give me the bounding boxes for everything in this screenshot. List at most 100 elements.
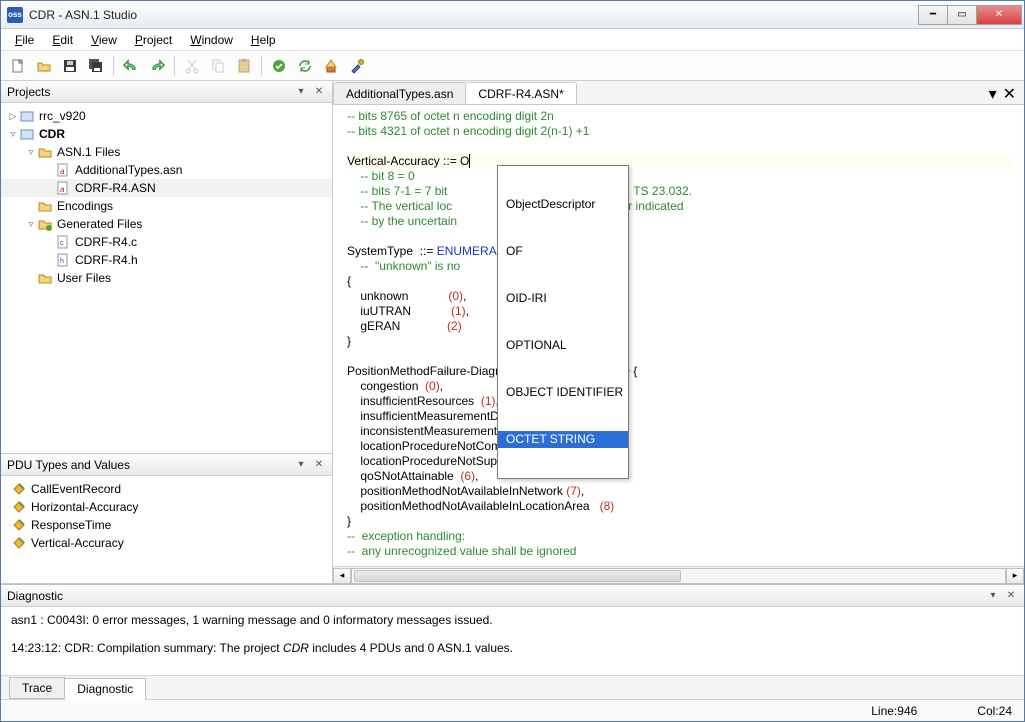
editor-tabstrip: AdditionalTypes.asn CDRF-R4.ASN* ▾ ✕ — [333, 81, 1024, 105]
validate-icon[interactable] — [268, 55, 290, 77]
autocomplete-item[interactable]: OBJECT IDENTIFIER — [498, 384, 628, 401]
panel-menu-icon[interactable]: ▾ — [294, 458, 308, 472]
menu-help[interactable]: Help — [243, 31, 284, 49]
c-file-icon: c — [55, 234, 71, 250]
autocomplete-item[interactable]: OID-IRI — [498, 290, 628, 307]
app-window: oss CDR - ASN.1 Studio ━ ▭ ✕ File Edit V… — [0, 0, 1025, 722]
tools-icon[interactable] — [346, 55, 368, 77]
window-title: CDR - ASN.1 Studio — [29, 8, 919, 22]
diagnostic-panel-title: Diagnostic — [7, 589, 63, 603]
autocomplete-item-selected[interactable]: OCTET STRING — [498, 431, 628, 448]
editor-menu-icon[interactable]: ▾ — [989, 84, 997, 104]
workspace: Projects ▾ ✕ ▷rrc_v920 ▿CDR ▿ASN.1 Files… — [1, 81, 1024, 584]
scroll-track[interactable] — [351, 568, 1006, 584]
projects-panel-title: Projects — [7, 85, 50, 99]
status-col-value: 24 — [999, 704, 1012, 718]
pdu-icon — [11, 535, 27, 551]
editor-hscrollbar[interactable]: ◂ ▸ — [333, 566, 1024, 584]
status-line-label: Line: — [871, 704, 897, 718]
menu-edit[interactable]: Edit — [44, 31, 81, 49]
minimize-button[interactable]: ━ — [918, 5, 948, 25]
menu-window[interactable]: Window — [182, 31, 241, 49]
svg-text:a: a — [60, 185, 65, 194]
pdu-item[interactable]: Vertical-Accuracy — [1, 534, 332, 552]
menu-view[interactable]: View — [83, 31, 125, 49]
scroll-right-icon[interactable]: ▸ — [1006, 568, 1024, 584]
tree-folder-asn1[interactable]: ▿ASN.1 Files — [1, 143, 332, 161]
tree-file-additional[interactable]: aAdditionalTypes.asn — [1, 161, 332, 179]
copy-icon[interactable] — [207, 55, 229, 77]
menu-bar: File Edit View Project Window Help — [1, 29, 1024, 51]
scroll-thumb[interactable] — [354, 570, 681, 582]
save-icon[interactable] — [59, 55, 81, 77]
diagnostic-line: 14:23:12: CDR: Compilation summary: The … — [11, 641, 1014, 655]
autocomplete-popup[interactable]: ObjectDescriptor OF OID-IRI OPTIONAL OBJ… — [497, 165, 629, 479]
tree-project-cdr[interactable]: ▿CDR — [1, 125, 332, 143]
asn-file-icon: a — [55, 180, 71, 196]
undo-icon[interactable] — [120, 55, 142, 77]
tree-file-c[interactable]: cCDRF-R4.c — [1, 233, 332, 251]
maximize-button[interactable]: ▭ — [947, 5, 977, 25]
tab-additionaltypes[interactable]: AdditionalTypes.asn — [333, 82, 466, 104]
svg-text:h: h — [60, 258, 64, 265]
app-icon: oss — [7, 7, 23, 23]
tree-folder-user[interactable]: User Files — [1, 269, 332, 287]
diagnostic-output[interactable]: asn1 : C0043I: 0 error messages, 1 warni… — [1, 607, 1024, 675]
editor-close-icon[interactable]: ✕ — [1003, 84, 1016, 104]
autocomplete-item[interactable]: ObjectDescriptor — [498, 196, 628, 213]
tree-folder-generated[interactable]: ▿Generated Files — [1, 215, 332, 233]
pdu-panel: PDU Types and Values ▾ ✕ CallEventRecord… — [1, 454, 332, 584]
save-all-icon[interactable] — [85, 55, 107, 77]
diagnostic-line: asn1 : C0043I: 0 error messages, 1 warni… — [11, 613, 1014, 627]
autocomplete-item[interactable]: OPTIONAL — [498, 337, 628, 354]
menu-file[interactable]: File — [7, 31, 42, 49]
panel-menu-icon[interactable]: ▾ — [986, 589, 1000, 603]
open-folder-icon[interactable] — [33, 55, 55, 77]
tab-diagnostic[interactable]: Diagnostic — [64, 678, 146, 700]
scroll-left-icon[interactable]: ◂ — [333, 568, 351, 584]
autocomplete-item[interactable]: OF — [498, 243, 628, 260]
menu-project[interactable]: Project — [127, 31, 180, 49]
close-button[interactable]: ✕ — [976, 5, 1022, 25]
pdu-panel-title: PDU Types and Values — [7, 458, 130, 472]
tree-file-h[interactable]: hCDRF-R4.h — [1, 251, 332, 269]
pdu-icon — [11, 499, 27, 515]
redo-icon[interactable] — [146, 55, 168, 77]
status-line-value: 946 — [897, 704, 917, 718]
projects-panel: Projects ▾ ✕ ▷rrc_v920 ▿CDR ▿ASN.1 Files… — [1, 81, 332, 454]
svg-text:a: a — [60, 167, 65, 176]
pdu-item[interactable]: ResponseTime — [1, 516, 332, 534]
pdu-list[interactable]: CallEventRecord Horizontal-Accuracy Resp… — [1, 476, 332, 583]
pdu-icon — [11, 517, 27, 533]
new-file-icon[interactable] — [7, 55, 29, 77]
svg-text:c: c — [60, 240, 64, 247]
paste-icon[interactable] — [233, 55, 255, 77]
diagnostic-panel: Diagnostic ▾ ✕ asn1 : C0043I: 0 error me… — [1, 584, 1024, 699]
tab-trace[interactable]: Trace — [9, 677, 65, 699]
tree-project-rrc[interactable]: ▷rrc_v920 — [1, 107, 332, 125]
asn-file-icon: a — [55, 162, 71, 178]
projects-tree[interactable]: ▷rrc_v920 ▿CDR ▿ASN.1 Files aAdditionalT… — [1, 103, 332, 453]
pdu-item[interactable]: CallEventRecord — [1, 480, 332, 498]
projects-panel-header: Projects ▾ ✕ — [1, 81, 332, 103]
refresh-icon[interactable] — [294, 55, 316, 77]
pdu-item[interactable]: Horizontal-Accuracy — [1, 498, 332, 516]
panel-close-icon[interactable]: ✕ — [312, 85, 326, 99]
tree-folder-encodings[interactable]: Encodings — [1, 197, 332, 215]
panel-menu-icon[interactable]: ▾ — [294, 85, 308, 99]
status-bar: Line: 946 Col: 24 — [1, 699, 1024, 721]
pdu-icon — [11, 481, 27, 497]
bottom-tabstrip: Trace Diagnostic — [1, 675, 1024, 699]
pdu-panel-header: PDU Types and Values ▾ ✕ — [1, 454, 332, 476]
panel-close-icon[interactable]: ✕ — [312, 458, 326, 472]
cut-icon[interactable] — [181, 55, 203, 77]
build-icon[interactable] — [320, 55, 342, 77]
tree-file-cdrf[interactable]: aCDRF-R4.ASN — [1, 179, 332, 197]
diagnostic-panel-header: Diagnostic ▾ ✕ — [1, 585, 1024, 607]
tab-cdrf[interactable]: CDRF-R4.ASN* — [465, 82, 576, 104]
status-col-label: Col: — [977, 704, 998, 718]
panel-close-icon[interactable]: ✕ — [1004, 589, 1018, 603]
toolbar — [1, 51, 1024, 81]
h-file-icon: h — [55, 252, 71, 268]
code-editor[interactable]: -- bits 8765 of octet n encoding digit 2… — [333, 105, 1024, 566]
